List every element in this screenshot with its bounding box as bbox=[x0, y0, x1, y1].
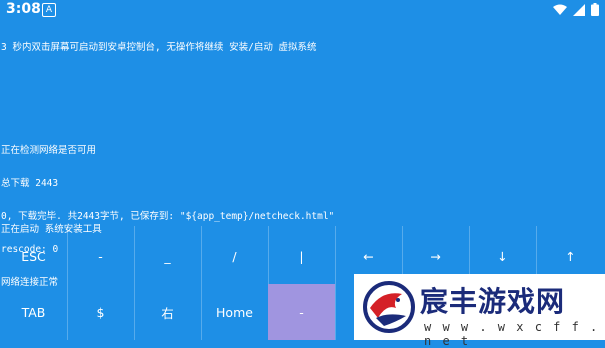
terminal-line: 3 秒内双击屏幕可启动到安卓控制台, 无操作将继续 安装/启动 虚拟系统 bbox=[1, 42, 317, 53]
key-minus-pressed[interactable]: - bbox=[268, 284, 335, 340]
watermark: 宸丰游戏网 w w w . w x c f f . n e t bbox=[354, 274, 605, 348]
key-minus[interactable]: - bbox=[67, 228, 134, 284]
status-bar: 3:08 A bbox=[0, 0, 605, 20]
signal-icon bbox=[573, 3, 585, 16]
key-pipe[interactable]: | bbox=[268, 228, 335, 284]
watermark-title: 宸丰游戏网 bbox=[420, 285, 566, 318]
key-right-cn[interactable]: 右 bbox=[134, 284, 201, 340]
terminal-output-top: 3 秒内双击屏幕可启动到安卓控制台, 无操作将继续 安装/启动 虚拟系统 bbox=[1, 20, 317, 64]
key-dollar[interactable]: $ bbox=[67, 284, 134, 340]
system-icons bbox=[553, 3, 599, 16]
key-slash[interactable]: / bbox=[201, 228, 268, 284]
wifi-icon bbox=[553, 4, 567, 15]
battery-icon bbox=[591, 3, 599, 16]
watermark-url: w w w . w x c f f . n e t bbox=[424, 320, 600, 348]
key-tab[interactable]: TAB bbox=[0, 284, 67, 340]
clock: 3:08 bbox=[6, 1, 41, 17]
key-esc[interactable]: ESC bbox=[0, 228, 67, 284]
key-home[interactable]: Home bbox=[201, 284, 268, 340]
terminal-line: 正在检测网络是否可用 bbox=[1, 145, 97, 156]
key-underscore[interactable]: _ bbox=[134, 228, 201, 284]
terminal-line: 总下载 2443 bbox=[1, 178, 59, 189]
dragon-logo-icon bbox=[363, 281, 415, 333]
notification-icon: A bbox=[42, 3, 56, 17]
